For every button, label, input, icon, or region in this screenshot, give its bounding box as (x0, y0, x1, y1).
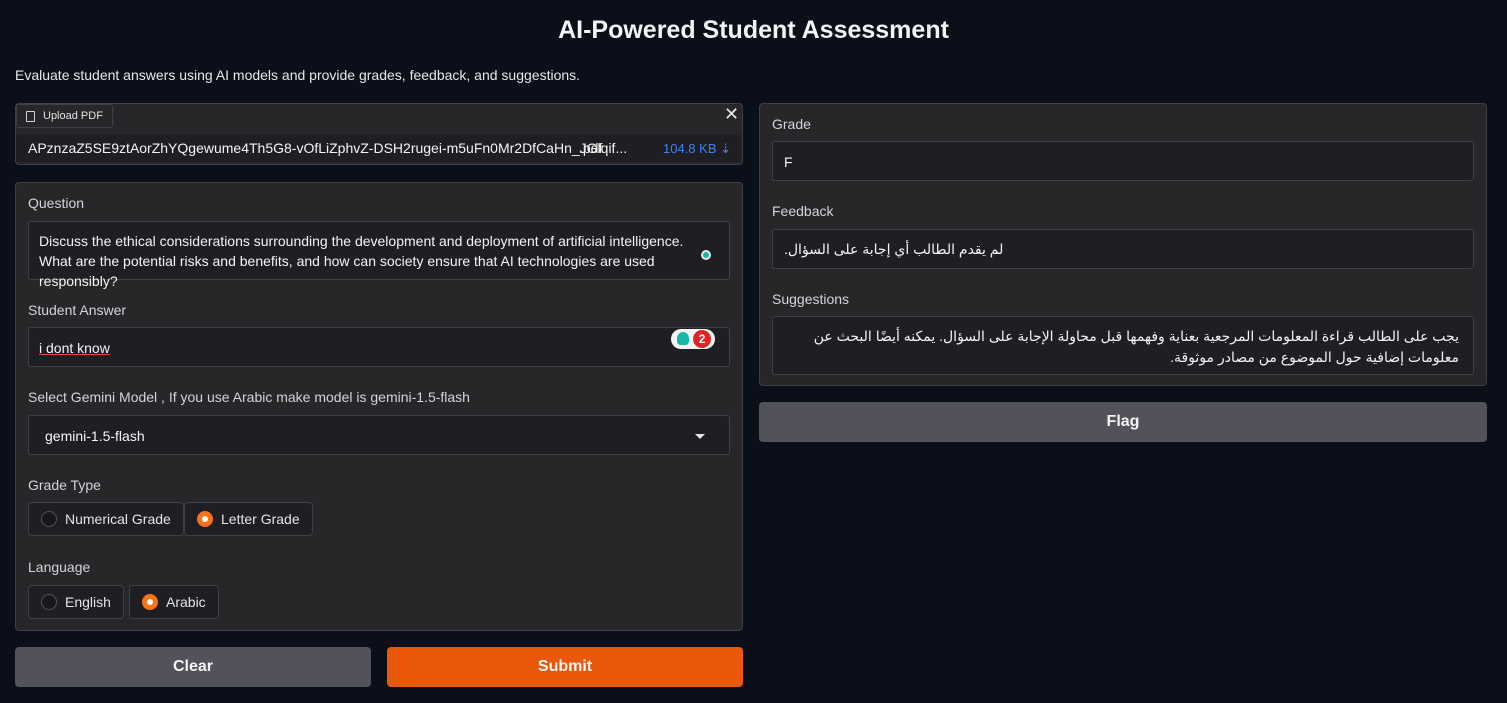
grade-value: F (784, 154, 793, 170)
radio-indicator (41, 594, 57, 610)
radio-label: Numerical Grade (65, 511, 171, 527)
page-title: AI-Powered Student Assessment (558, 16, 949, 44)
radio-indicator (41, 511, 57, 527)
suggestion-count-badge: 2 (693, 330, 711, 348)
radio-label: Letter Grade (221, 511, 300, 527)
upload-pdf-label: Upload PDF (43, 110, 103, 122)
radio-indicator-selected (142, 594, 158, 610)
feedback-value: لم يقدم الطالب أي إجابة على السؤال. (784, 241, 1004, 257)
radio-arabic[interactable]: Arabic (129, 585, 219, 619)
file-name: APznzaZ5SE9ztAorZhYQgewume4Th5G8-vOfLiZp… (28, 140, 628, 156)
student-answer-text: i dont know (39, 340, 110, 356)
file-extension: .pdf (579, 140, 603, 156)
student-answer-input[interactable]: i dont know 2 (28, 327, 730, 367)
submit-button[interactable]: Submit (387, 647, 743, 687)
suggestions-label: Suggestions (772, 291, 850, 307)
upload-pdf-tag: Upload PDF (16, 104, 113, 128)
student-answer-label: Student Answer (28, 302, 127, 318)
suggestions-output[interactable]: يجب على الطالب قراءة المعلومات المرجعية … (772, 316, 1474, 375)
uploaded-file-row[interactable]: APznzaZ5SE9ztAorZhYQgewume4Th5G8-vOfLiZp… (16, 135, 741, 162)
document-icon (26, 111, 35, 122)
chevron-down-icon (695, 434, 705, 439)
lightbulb-icon (677, 332, 689, 345)
grammar-checker-widget[interactable]: 2 (671, 329, 715, 349)
model-select-label: Select Gemini Model , If you use Arabic … (28, 389, 470, 405)
suggestions-value: يجب على الطالب قراءة المعلومات المرجعية … (813, 328, 1459, 365)
page-description: Evaluate student answers using AI models… (15, 67, 581, 83)
language-label: Language (28, 559, 91, 575)
grade-type-label: Grade Type (28, 477, 101, 493)
radio-label: English (65, 594, 111, 610)
radio-letter-grade[interactable]: Letter Grade (184, 502, 313, 536)
radio-label: Arabic (166, 594, 206, 610)
question-textarea[interactable]: Discuss the ethical considerations surro… (28, 221, 730, 289)
radio-english[interactable]: English (28, 585, 124, 619)
model-dropdown[interactable]: gemini-1.5-flash (28, 415, 730, 455)
feedback-output[interactable]: لم يقدم الطالب أي إجابة على السؤال. (772, 229, 1474, 269)
file-size-download-link[interactable]: 104.8 KB ⇣ (663, 135, 731, 162)
clear-button[interactable]: Clear (15, 647, 371, 687)
radio-indicator-selected (197, 511, 213, 527)
grade-label: Grade (772, 116, 811, 132)
grade-output[interactable]: F (772, 141, 1474, 181)
grammar-status-icon (701, 250, 711, 260)
close-icon[interactable]: ✕ (721, 104, 742, 125)
question-label: Question (28, 195, 85, 211)
flag-button[interactable]: Flag (759, 402, 1487, 442)
feedback-label: Feedback (772, 203, 834, 219)
model-selected-value: gemini-1.5-flash (45, 428, 145, 444)
radio-numerical-grade[interactable]: Numerical Grade (28, 502, 184, 536)
